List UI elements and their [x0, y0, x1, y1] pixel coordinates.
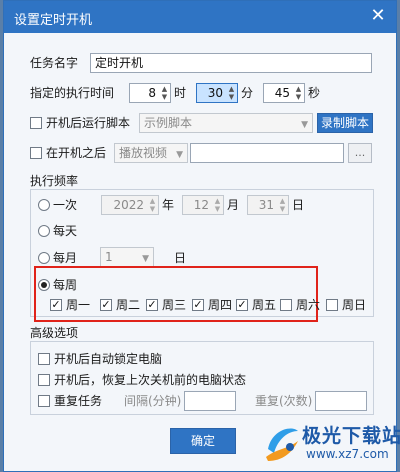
hour-spinner-icon[interactable]: ▲ ▼	[160, 85, 169, 101]
watermark: 极光下载站 www.xz7.com	[262, 413, 400, 471]
chevron-down-icon: ▼	[176, 150, 183, 160]
second-value: 45	[274, 86, 290, 100]
minute-unit: 分	[241, 86, 254, 100]
once-day-input[interactable]: 31 ▲ ▼	[247, 195, 289, 215]
second-unit: 秒	[308, 86, 321, 100]
weekday-checkbox[interactable]: ✓	[50, 299, 62, 311]
weekly-highlight-box	[34, 266, 318, 322]
day-spinner-icon[interactable]: ▲ ▼	[278, 197, 287, 213]
repeat-count-label: 重复(次数)	[255, 394, 313, 408]
run-script-checkbox[interactable]	[30, 117, 42, 129]
after-boot-action-value: 播放视频	[119, 146, 168, 160]
interval-input[interactable]	[184, 391, 236, 411]
weekday-label: 周六	[296, 298, 321, 312]
chevron-down-icon: ▼	[301, 120, 308, 130]
weekday-label: 周日	[342, 298, 367, 312]
month-unit: 月	[227, 198, 240, 212]
interval-label: 间隔(分钟)	[124, 394, 182, 408]
record-script-button[interactable]: 录制脚本	[317, 113, 373, 133]
second-input[interactable]: 45 ▲ ▼	[263, 83, 305, 103]
restore-state-checkbox[interactable]	[38, 374, 50, 386]
once-month-value: 12	[193, 198, 209, 212]
task-name-label: 任务名字	[30, 56, 79, 70]
once-radio[interactable]	[38, 199, 50, 211]
monthly-day-select[interactable]: 1 ▼	[100, 247, 154, 267]
month-spinner-icon[interactable]: ▲ ▼	[213, 197, 222, 213]
brand-logo-icon	[266, 428, 298, 461]
after-boot-label: 在开机之后	[46, 146, 107, 160]
lock-pc-checkbox[interactable]	[38, 353, 50, 365]
once-year-value: 2022	[113, 198, 144, 212]
minute-value: 30	[207, 86, 223, 100]
weekday-checkbox[interactable]: ✓	[236, 299, 248, 311]
after-boot-path-input[interactable]	[190, 143, 344, 163]
once-day-value: 31	[258, 198, 274, 212]
advanced-section-label: 高级选项	[30, 326, 79, 340]
monthly-label: 每月	[53, 251, 78, 265]
repeat-task-checkbox[interactable]	[38, 395, 50, 407]
weekly-label: 每周	[53, 278, 78, 292]
run-script-label: 开机后运行脚本	[46, 116, 131, 130]
minute-spinner-icon[interactable]: ▲ ▼	[227, 85, 236, 101]
lock-pc-label: 开机后自动锁定电脑	[54, 352, 163, 366]
monthly-day-unit: 日	[174, 251, 187, 265]
weekday-label: 周四	[208, 298, 233, 312]
hour-input[interactable]: 8 ▲ ▼	[129, 83, 171, 103]
script-select[interactable]: 示例脚本 ▼	[139, 113, 313, 133]
second-spinner-icon[interactable]: ▲ ▼	[294, 85, 303, 101]
weekday-label: 周二	[116, 298, 141, 312]
watermark-brand: 极光下载站	[302, 425, 400, 447]
weekday-checkbox[interactable]: ✓	[192, 299, 204, 311]
daily-radio[interactable]	[38, 225, 50, 237]
repeat-count-input[interactable]	[315, 391, 367, 411]
once-label: 一次	[53, 198, 78, 212]
monthly-radio[interactable]	[38, 252, 50, 264]
repeat-task-label: 重复任务	[54, 394, 103, 408]
task-name-input[interactable]: 定时开机	[90, 53, 372, 73]
title-bar: 设置定时开机 ✕	[4, 1, 396, 33]
confirm-button[interactable]: 确定	[170, 428, 236, 454]
weekday-checkbox[interactable]: ✓	[100, 299, 112, 311]
schedule-boot-dialog: 设置定时开机 ✕ 任务名字 定时开机 指定的执行时间 8 ▲ ▼ 时 30 ▲ ▼ …	[3, 0, 400, 472]
day-unit: 日	[292, 198, 305, 212]
year-spinner-icon[interactable]: ▲ ▼	[148, 197, 157, 213]
weekday-label: 周五	[252, 298, 277, 312]
weekday-checkbox[interactable]	[326, 299, 338, 311]
watermark-site: www.xz7.com	[306, 447, 389, 461]
dialog-title: 设置定时开机	[14, 13, 93, 28]
weekly-radio[interactable]	[38, 279, 50, 291]
weekday-checkbox[interactable]	[280, 299, 292, 311]
weekday-label: 周三	[162, 298, 187, 312]
hour-unit: 时	[174, 86, 187, 100]
close-icon[interactable]: ✕	[368, 6, 388, 26]
frequency-section-label: 执行频率	[30, 174, 79, 188]
hour-value: 8	[148, 86, 156, 100]
once-month-input[interactable]: 12 ▲ ▼	[182, 195, 224, 215]
browse-button[interactable]: ...	[348, 143, 372, 163]
daily-label: 每天	[53, 224, 78, 238]
minute-input[interactable]: 30 ▲ ▼	[196, 83, 238, 103]
after-boot-checkbox[interactable]	[30, 147, 42, 159]
restore-state-label: 开机后，恢复上次关机前的电脑状态	[54, 373, 247, 387]
once-year-input[interactable]: 2022 ▲ ▼	[101, 195, 159, 215]
after-boot-action-select[interactable]: 播放视频 ▼	[114, 143, 188, 163]
weekday-checkbox[interactable]: ✓	[146, 299, 158, 311]
year-unit: 年	[162, 198, 175, 212]
monthly-day-value: 1	[105, 250, 113, 264]
weekday-label: 周一	[66, 298, 91, 312]
exec-time-label: 指定的执行时间	[30, 86, 115, 100]
script-select-value: 示例脚本	[144, 116, 193, 130]
chevron-down-icon: ▼	[142, 254, 149, 264]
